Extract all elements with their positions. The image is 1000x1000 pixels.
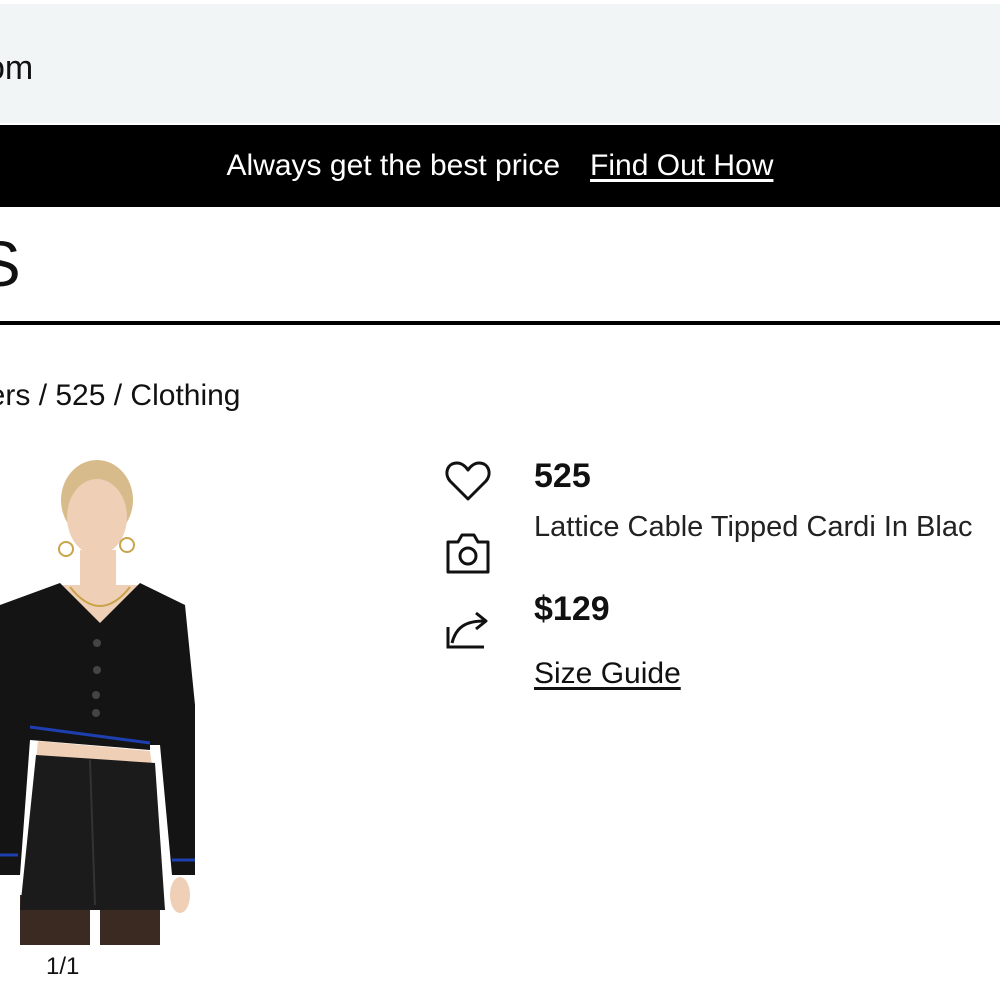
product-name: Lattice Cable Tipped Cardi In Blac bbox=[534, 511, 973, 543]
size-guide-link[interactable]: Size Guide bbox=[534, 656, 681, 692]
site-logo[interactable]: S bbox=[0, 229, 23, 299]
camera-icon bbox=[446, 533, 490, 574]
promo-banner: Always get the best price Find Out How bbox=[0, 125, 1000, 207]
find-out-how-link[interactable]: Find Out How bbox=[590, 149, 773, 183]
promo-text: Always get the best price bbox=[226, 149, 561, 182]
heart-icon bbox=[445, 461, 491, 501]
image-counter: 1/1 bbox=[46, 953, 80, 980]
visual-search-button[interactable] bbox=[442, 527, 494, 579]
product-brand[interactable]: 525 bbox=[534, 456, 591, 496]
product-page: om Always get the best price Find Out Ho… bbox=[0, 0, 1000, 1000]
wishlist-button[interactable] bbox=[442, 455, 494, 507]
url-text[interactable]: om bbox=[0, 48, 33, 88]
share-icon bbox=[446, 611, 488, 649]
breadcrumb[interactable]: ners / 525 / Clothing bbox=[0, 376, 241, 416]
share-button[interactable] bbox=[442, 602, 494, 654]
address-bar[interactable]: om bbox=[0, 4, 1000, 123]
product-image[interactable] bbox=[0, 455, 200, 945]
product-photo bbox=[0, 460, 195, 945]
product-price: $129 bbox=[534, 590, 610, 628]
site-header: S bbox=[0, 207, 1000, 325]
